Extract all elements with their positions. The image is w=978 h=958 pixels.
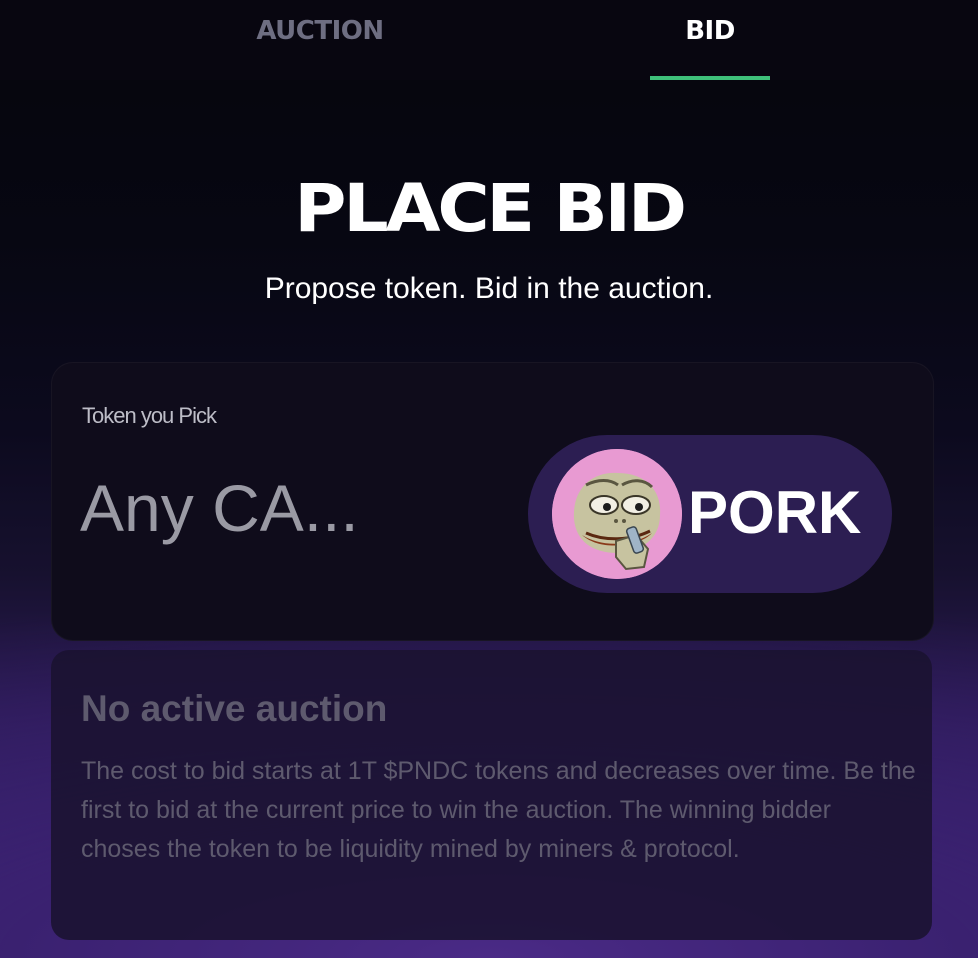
tab-auction[interactable]: AUCTION <box>200 16 440 46</box>
auction-status-title: No active auction <box>81 688 388 729</box>
auction-info-text: The cost to bid starts at 1T $PNDC token… <box>81 757 916 863</box>
pepe-pig-avatar-icon <box>552 449 682 579</box>
tab-bar: AUCTION BID <box>0 0 978 80</box>
active-tab-indicator <box>650 76 770 80</box>
selected-token-name: PORK <box>688 479 862 546</box>
token-picker-label: Token you Pick <box>82 403 217 428</box>
token-select-button[interactable]: PORK <box>528 435 892 593</box>
tab-bid[interactable]: BID <box>650 16 770 46</box>
token-picker-card: Token you Pick Any CA... PORK <box>51 362 934 641</box>
page-title: PLACE BID <box>294 170 687 247</box>
token-address-input[interactable] <box>80 468 500 548</box>
page-subtitle: Propose token. Bid in the auction. <box>264 272 714 305</box>
auction-info-card: No active auction The cost to bid starts… <box>51 650 932 940</box>
